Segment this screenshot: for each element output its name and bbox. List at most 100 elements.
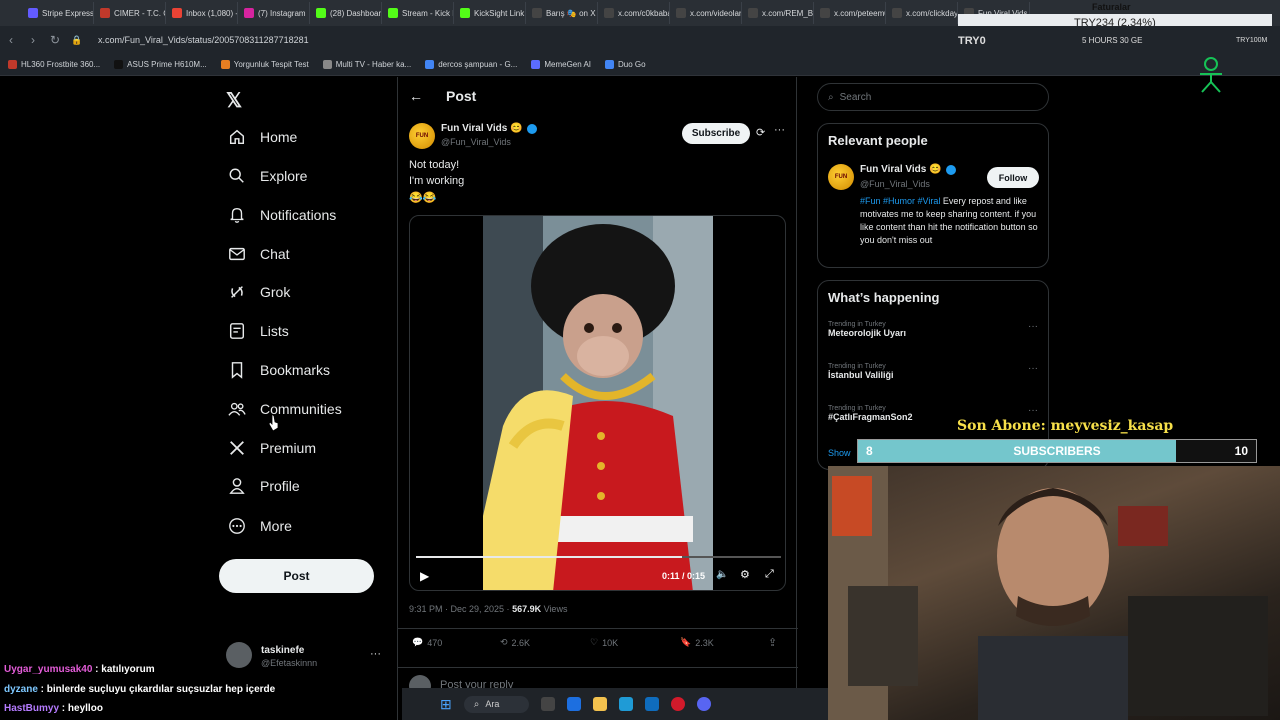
share-icon[interactable]: ⇪	[768, 636, 777, 649]
nav-item-label: Chat	[260, 246, 290, 262]
nav-item-label: More	[260, 518, 292, 534]
bookmark-item[interactable]: HL360 Frostbite 360...	[8, 60, 100, 69]
reload-icon[interactable]: ↻	[44, 33, 66, 47]
back-icon[interactable]: ‹	[0, 33, 22, 47]
fullscreen-icon[interactable]: ⤢	[765, 568, 774, 581]
search-input[interactable]: Search	[840, 92, 872, 103]
person-name-row[interactable]: Fun Viral Vids 😊	[860, 164, 956, 175]
grok-icon[interactable]: ⟳	[756, 126, 765, 139]
browser-tab[interactable]: Stream - Kick D	[382, 2, 454, 24]
more-dots-icon[interactable]: ···	[1028, 321, 1038, 332]
chat-username[interactable]: Uygar_yumusak40	[4, 664, 92, 675]
bookmark-item[interactable]: MemeGen AI	[531, 60, 591, 69]
tab-label: x.com/videolar	[690, 8, 742, 18]
task-view-icon[interactable]	[541, 697, 556, 711]
bookmark-label: Duo Go	[618, 60, 646, 69]
edge-icon[interactable]	[619, 697, 634, 711]
volume-icon[interactable]: 🔈	[716, 569, 728, 580]
author-avatar[interactable]: FUN	[409, 123, 435, 149]
browser-tab[interactable]: x.com/c0kbaba	[598, 2, 670, 24]
bookmark-label: HL360 Frostbite 360...	[21, 60, 101, 69]
browser-tab[interactable]: Barış 🎭 on X	[526, 2, 598, 24]
search-box[interactable]: ⌕ Search	[817, 83, 1049, 111]
bookmark-item[interactable]: Yorgunluk Tespit Test	[220, 60, 309, 69]
forward-icon[interactable]: ›	[22, 33, 44, 47]
nav-item-more[interactable]: More	[220, 508, 300, 544]
url-input[interactable]: x.com/Fun_Viral_Vids/status/200570831128…	[98, 35, 309, 45]
discord-icon[interactable]	[697, 697, 712, 711]
more-dots-icon[interactable]: ···	[774, 124, 785, 136]
browser-tab[interactable]: x.com/peteem0	[814, 2, 886, 24]
whats-happening-title: What’s happening	[828, 290, 940, 305]
browser-tab[interactable]: x.com/REM_B	[742, 2, 814, 24]
x-logo-icon[interactable]: 𝕏	[226, 88, 242, 113]
follow-button[interactable]: Follow	[987, 167, 1039, 188]
nav-item-profile[interactable]: Profile	[220, 468, 308, 504]
tab-label: x.com/c0kbaba	[618, 8, 670, 18]
more-circle-icon	[229, 518, 245, 534]
nav-item-grok[interactable]: Grok	[220, 274, 298, 310]
tab-favicon-icon	[388, 8, 398, 18]
person-handle[interactable]: @Fun_Viral_Vids	[860, 179, 930, 189]
browser-tab[interactable]: Stripe Express	[22, 2, 94, 24]
chat-username[interactable]: HastBumyy	[4, 703, 59, 714]
browser-tab[interactable]: (7) Instagram	[238, 2, 310, 24]
nav-item-lists[interactable]: Lists	[220, 313, 297, 349]
nav-item-premium[interactable]: Premium	[220, 430, 324, 466]
video-player[interactable]: ▶ 0:11 / 0:15 🔈 ⚙ ⤢	[409, 215, 786, 591]
taskbar-search-label: Ara	[485, 699, 500, 709]
nav-item-home[interactable]: Home	[220, 119, 305, 155]
post-button[interactable]: Post	[219, 559, 374, 593]
store-icon[interactable]	[645, 697, 660, 711]
nav-item-chat[interactable]: Chat	[220, 236, 298, 272]
video-progress-track[interactable]	[416, 556, 781, 558]
back-arrow-icon[interactable]: ←	[409, 88, 423, 104]
settings-gear-icon[interactable]: ⚙	[740, 568, 750, 581]
more-dots-icon[interactable]: ···	[1028, 363, 1038, 374]
browser-tab[interactable]: x.com/clickday	[886, 2, 958, 24]
search-icon	[229, 168, 244, 183]
reply-button[interactable]: 💬 470	[412, 637, 442, 648]
person-hashtags[interactable]: #Fun #Humor #Viral	[860, 196, 940, 206]
trend-item[interactable]: Trending in Turkey Meteorolojik Uyarı ···	[828, 321, 1038, 338]
show-more-link[interactable]: Show	[828, 448, 851, 458]
taskbar-search[interactable]: ⌕ Ara	[463, 695, 530, 713]
play-icon[interactable]: ▶	[420, 569, 429, 583]
tab-favicon-icon	[676, 8, 686, 18]
subscribe-button[interactable]: Subscribe	[682, 123, 750, 144]
bookmark-item[interactable]: Duo Go	[605, 60, 646, 69]
browser-tab[interactable]: (28) Dashboard	[310, 2, 382, 24]
browser-tab[interactable]: Inbox (1,080) -	[166, 2, 238, 24]
bookmark-item[interactable]: ASUS Prime H610M...	[114, 60, 207, 69]
list-icon	[229, 323, 245, 339]
nav-item-communities[interactable]: Communities	[220, 391, 350, 427]
trend-item[interactable]: Trending in Turkey İstanbul Valiliği ···	[828, 363, 1038, 380]
nav-item-notifications[interactable]: Notifications	[220, 197, 344, 233]
bookmark-button[interactable]: 🔖 2.3K	[680, 637, 714, 648]
chat-username[interactable]: dyzane	[4, 684, 38, 695]
file-explorer-icon[interactable]	[593, 697, 608, 711]
like-button[interactable]: ♡ 10K	[590, 637, 618, 648]
browser-tab[interactable]: KickSight Link D	[454, 2, 526, 24]
nav-item-bookmarks[interactable]: Bookmarks	[220, 352, 338, 388]
windows-start-icon[interactable]: ⊞	[440, 696, 452, 713]
opera-icon[interactable]	[671, 697, 686, 711]
more-dots-icon[interactable]: ···	[1028, 405, 1038, 416]
repost-button[interactable]: ⟲ 2.6K	[500, 637, 530, 648]
browser-tab[interactable]: CIMER - T.C. C	[94, 2, 166, 24]
webcam-feed	[828, 466, 1280, 720]
tab-label: x.com/REM_B	[762, 8, 814, 18]
author-handle[interactable]: @Fun_Viral_Vids	[441, 137, 511, 147]
nav-item-explore[interactable]: Explore	[220, 158, 315, 194]
person-avatar[interactable]: FUN	[828, 164, 854, 190]
tab-label: (28) Dashboard	[330, 8, 382, 18]
more-dots-icon[interactable]: ···	[370, 648, 381, 660]
browser-tab[interactable]: x.com/videolar	[670, 2, 742, 24]
bookmark-item[interactable]: Multi TV - Haber ka...	[322, 60, 411, 69]
page-title: Post	[446, 88, 477, 104]
bookmark-item[interactable]: dercos şampuan - G...	[425, 60, 517, 69]
author-name-row[interactable]: Fun Viral Vids 😊	[441, 123, 537, 134]
post-column: ← Post FUN Fun Viral Vids 😊 @Fun_Viral_V…	[397, 77, 798, 720]
copilot-icon[interactable]	[567, 697, 582, 711]
windows-taskbar: ⊞ ⌕ Ara	[402, 688, 828, 720]
